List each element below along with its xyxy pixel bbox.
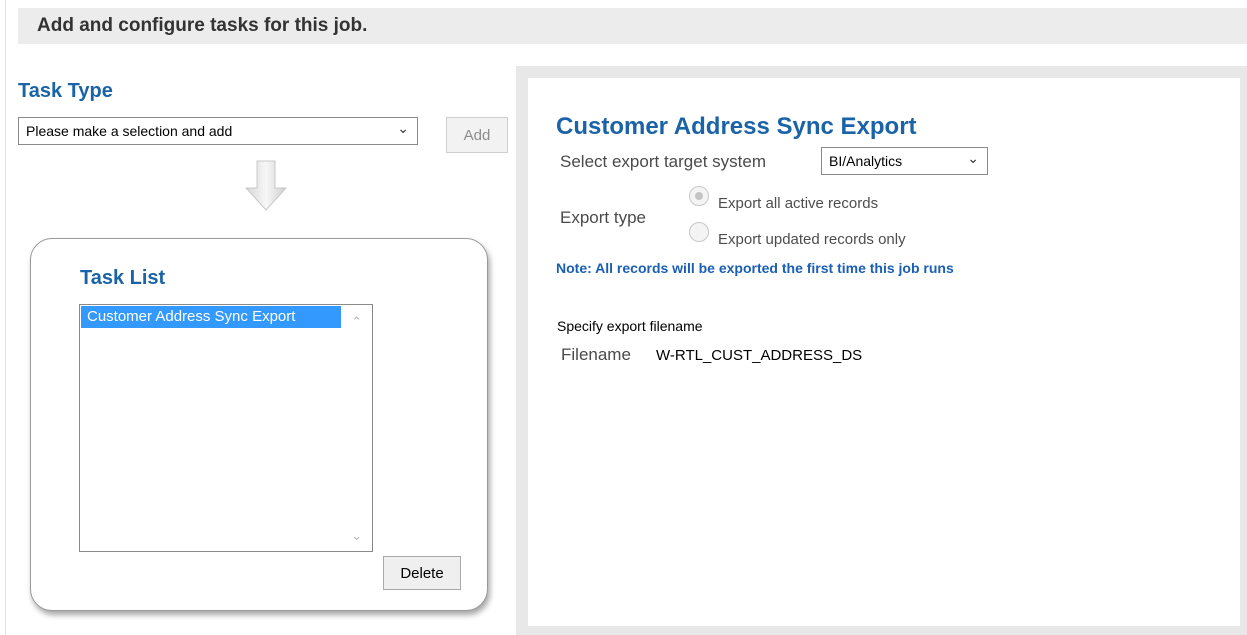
task-type-select[interactable]: Please make a selection and add ⌄ xyxy=(18,117,418,145)
export-updated-radio[interactable] xyxy=(689,222,709,242)
export-note: Note: All records will be exported the f… xyxy=(556,260,954,276)
chevron-down-icon: ⌄ xyxy=(967,150,979,166)
target-system-label: Select export target system xyxy=(560,152,766,171)
target-system-select-value: BI/Analytics xyxy=(829,153,903,169)
page-left-border xyxy=(5,0,6,635)
filename-label: Filename xyxy=(561,345,631,364)
target-system-select[interactable]: BI/Analytics ⌄ xyxy=(821,147,988,175)
chevron-down-icon: ⌄ xyxy=(397,120,409,136)
export-updated-label: Export updated records only xyxy=(718,231,906,248)
task-config-title: Customer Address Sync Export xyxy=(556,113,917,140)
task-type-title: Task Type xyxy=(18,80,113,102)
export-all-label: Export all active records xyxy=(718,195,879,212)
task-list-title: Task List xyxy=(80,267,166,289)
list-item[interactable]: Customer Address Sync Export xyxy=(81,306,341,328)
export-all-radio[interactable] xyxy=(689,186,709,206)
delete-task-button[interactable]: Delete xyxy=(383,556,461,590)
export-type-label: Export type xyxy=(560,208,646,227)
header-banner: Add and configure tasks for this job. xyxy=(18,8,1247,44)
scroll-up-icon[interactable]: ⌃ xyxy=(351,314,362,330)
task-listbox[interactable]: Customer Address Sync Export ⌃ ⌄ xyxy=(79,304,373,552)
arrow-down-icon xyxy=(244,160,288,211)
task-type-select-value: Please make a selection and add xyxy=(26,123,233,139)
add-task-button[interactable]: Add xyxy=(446,117,508,153)
filename-heading: Specify export filename xyxy=(557,318,703,334)
page-title: Add and configure tasks for this job. xyxy=(37,15,368,36)
scroll-down-icon[interactable]: ⌄ xyxy=(351,528,362,544)
filename-value: W-RTL_CUST_ADDRESS_DS xyxy=(656,347,863,364)
